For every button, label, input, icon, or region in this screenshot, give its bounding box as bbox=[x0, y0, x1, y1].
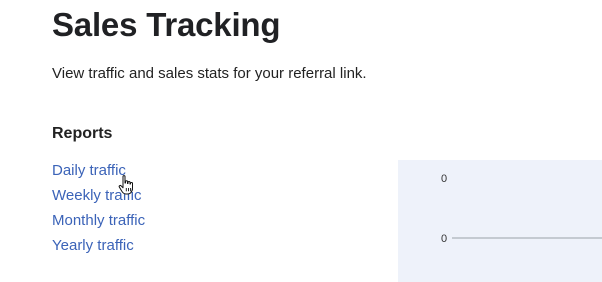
report-item-weekly: Weekly traffic bbox=[52, 187, 145, 212]
reports-link-list: Daily traffic Weekly traffic Monthly tra… bbox=[52, 162, 145, 262]
traffic-chart: 00 bbox=[398, 160, 602, 282]
report-item-monthly: Monthly traffic bbox=[52, 212, 145, 237]
y-tick-label: 0 bbox=[441, 233, 447, 245]
traffic-chart-svg: 00 bbox=[441, 173, 602, 245]
report-item-daily: Daily traffic bbox=[52, 162, 145, 187]
daily-traffic-link[interactable]: Daily traffic bbox=[52, 162, 126, 179]
page-title: Sales Tracking bbox=[52, 6, 281, 43]
y-tick-label: 0 bbox=[441, 173, 447, 185]
report-item-yearly: Yearly traffic bbox=[52, 237, 145, 262]
monthly-traffic-link[interactable]: Monthly traffic bbox=[52, 212, 145, 229]
page-description: View traffic and sales stats for your re… bbox=[52, 65, 367, 82]
yearly-traffic-link[interactable]: Yearly traffic bbox=[52, 237, 134, 254]
weekly-traffic-link[interactable]: Weekly traffic bbox=[52, 187, 141, 204]
reports-heading: Reports bbox=[52, 125, 113, 142]
